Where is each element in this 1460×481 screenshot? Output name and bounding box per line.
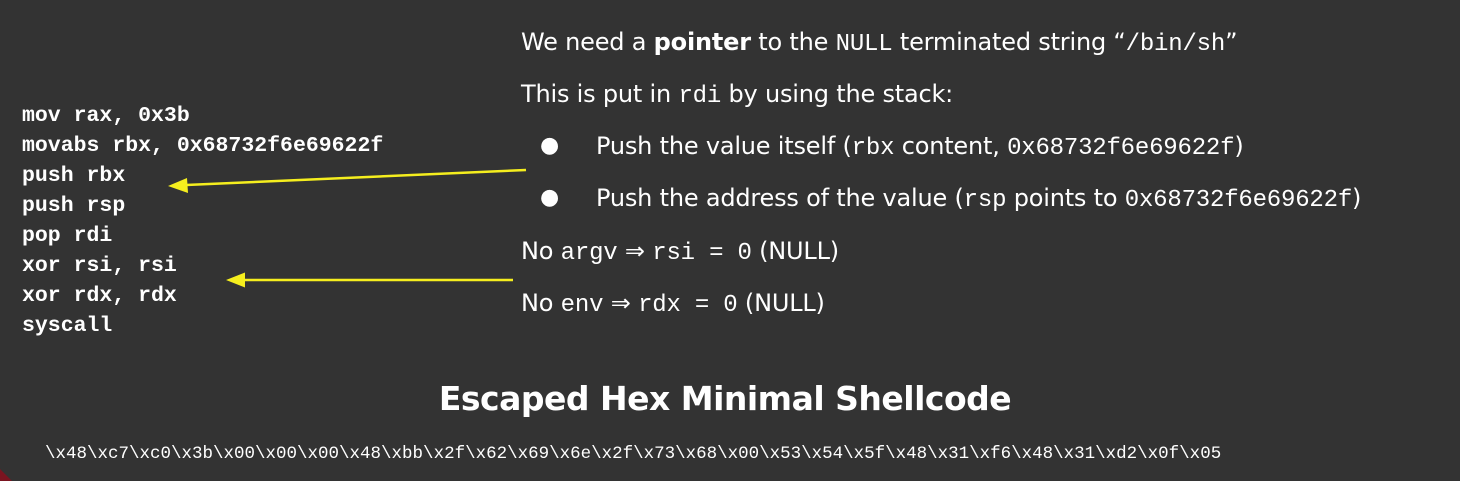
bin-sh-code: /bin/sh	[1125, 31, 1226, 58]
bullet-push-value: Push the value itself (rbx content, 0x68…	[596, 132, 1244, 162]
explain-line-rdi: This is put in rdi by using the stack:	[521, 80, 954, 110]
arrow-push-rbx	[168, 168, 527, 193]
bullet-icon: ●	[540, 185, 560, 210]
rdi-code: rdi	[678, 83, 722, 110]
value-code: 0x68732f6e69622f	[1007, 135, 1235, 162]
arrow-xor-rsi	[226, 272, 513, 288]
value-code: 0x68732f6e69622f	[1124, 187, 1353, 214]
pointer-keyword: pointer	[653, 28, 751, 56]
corner-decoration	[0, 469, 12, 481]
bullet-icon: ●	[540, 133, 560, 158]
null-code: NULL	[835, 31, 893, 58]
rsp-code: rsp	[963, 187, 1007, 214]
explain-line-env: No env ⇒ rdx = 0 (NULL)	[521, 289, 825, 319]
rdx-zero-code: rdx = 0	[638, 292, 738, 319]
hex-shellcode: \x48\xc7\xc0\x3b\x00\x00\x00\x48\xbb\x2f…	[45, 444, 1222, 464]
env-code: env	[560, 292, 604, 319]
argv-code: argv	[560, 240, 618, 267]
bullet-push-address: Push the address of the value (rsp point…	[596, 184, 1362, 214]
explain-line-argv: No argv ⇒ rsi = 0 (NULL)	[521, 237, 839, 267]
rbx-code: rbx	[851, 135, 895, 162]
explain-line-pointer: We need a pointer to the NULL terminated…	[521, 28, 1238, 58]
rsi-zero-code: rsi = 0	[652, 240, 752, 267]
section-heading: Escaped Hex Minimal Shellcode	[438, 379, 1012, 418]
